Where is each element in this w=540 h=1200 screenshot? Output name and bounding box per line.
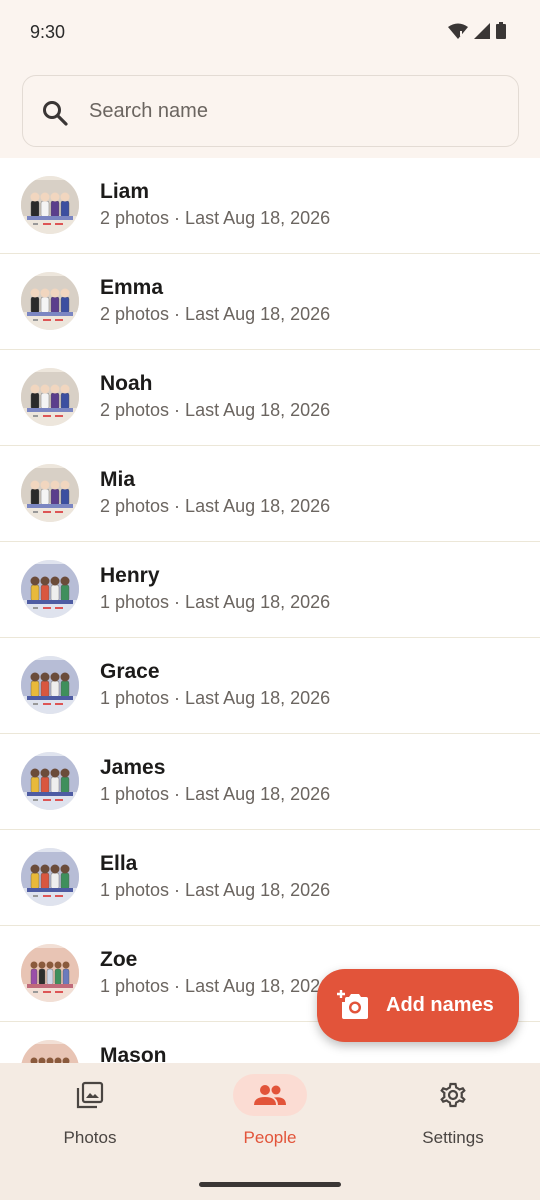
person-name: Ella — [100, 852, 138, 875]
search-box[interactable] — [22, 75, 519, 147]
person-meta: 1 photos · Last Aug 18, 2026 — [100, 880, 331, 900]
person-row[interactable]: Emma 2 photos · Last Aug 18, 2026 — [0, 254, 540, 350]
person-row[interactable]: James 1 photos · Last Aug 18, 2026 — [0, 734, 540, 830]
people-icon — [254, 1085, 286, 1105]
person-avatar — [21, 1040, 79, 1064]
nav-label-settings: Settings — [422, 1128, 484, 1147]
person-meta: 2 photos · Last Aug 18, 2026 — [100, 304, 331, 324]
person-meta: 1 photos · Last Aug 18, 2026 — [100, 688, 331, 708]
person-name: Mason — [100, 1044, 167, 1064]
person-meta: 1 photos · Last Aug 18, 2026 — [100, 784, 331, 804]
person-meta: 1 photos · Last Aug 18, 2026 — [100, 976, 331, 996]
battery-icon — [496, 22, 506, 39]
search-bar-container — [0, 66, 540, 160]
person-meta: 1 photos · Last Aug 18, 2026 — [100, 592, 331, 612]
person-meta: 2 photos · Last Aug 18, 2026 — [100, 400, 331, 420]
person-row[interactable]: Mia 2 photos · Last Aug 18, 2026 — [0, 446, 540, 542]
person-avatar — [21, 752, 79, 810]
person-meta: 2 photos · Last Aug 18, 2026 — [100, 496, 331, 516]
person-name: Liam — [100, 180, 150, 203]
signal-icon — [474, 22, 490, 39]
person-row[interactable]: Liam 2 photos · Last Aug 18, 2026 — [0, 158, 540, 254]
people-list: Liam 2 photos · Last Aug 18, 2026 Emma 2… — [0, 158, 540, 1064]
nav-item-people[interactable]: People — [180, 1063, 360, 1163]
person-avatar — [21, 560, 79, 618]
person-name: James — [100, 756, 166, 779]
person-name: Henry — [100, 564, 160, 587]
person-avatar — [21, 848, 79, 906]
person-row[interactable]: Grace 1 photos · Last Aug 18, 2026 — [0, 638, 540, 734]
add-photo-camera-icon — [337, 990, 368, 1019]
person-name: Grace — [100, 660, 160, 683]
search-icon — [43, 101, 68, 126]
person-name: Noah — [100, 372, 153, 395]
person-name: Emma — [100, 276, 164, 299]
home-indicator — [199, 1182, 341, 1187]
status-icons — [448, 22, 506, 39]
person-row[interactable]: Ella 1 photos · Last Aug 18, 2026 — [0, 830, 540, 926]
bottom-navigation: Photos People Settings — [0, 1063, 540, 1200]
person-avatar — [21, 656, 79, 714]
status-time: 9:30 — [30, 22, 66, 42]
person-name: Mia — [100, 468, 136, 491]
person-avatar — [21, 176, 79, 234]
add-names-label: Add names — [386, 994, 494, 1016]
person-avatar — [21, 464, 79, 522]
photo-library-icon — [76, 1081, 104, 1109]
nav-item-photos[interactable]: Photos — [0, 1063, 180, 1163]
nav-label-photos: Photos — [63, 1128, 117, 1147]
status-bar: 9:30 — [0, 0, 540, 66]
gear-icon — [440, 1082, 466, 1108]
person-row[interactable]: Noah 2 photos · Last Aug 18, 2026 — [0, 350, 540, 446]
person-name: Zoe — [100, 948, 138, 971]
wifi-icon — [448, 23, 468, 39]
search-input[interactable] — [89, 94, 489, 128]
person-row[interactable]: Henry 1 photos · Last Aug 18, 2026 — [0, 542, 540, 638]
add-names-button[interactable]: Add names — [317, 969, 519, 1042]
nav-item-settings[interactable]: Settings — [363, 1063, 540, 1163]
person-avatar — [21, 272, 79, 330]
person-avatar — [21, 368, 79, 426]
nav-label-people: People — [243, 1128, 297, 1147]
person-meta: 2 photos · Last Aug 18, 2026 — [100, 208, 331, 228]
person-avatar — [21, 944, 79, 1002]
